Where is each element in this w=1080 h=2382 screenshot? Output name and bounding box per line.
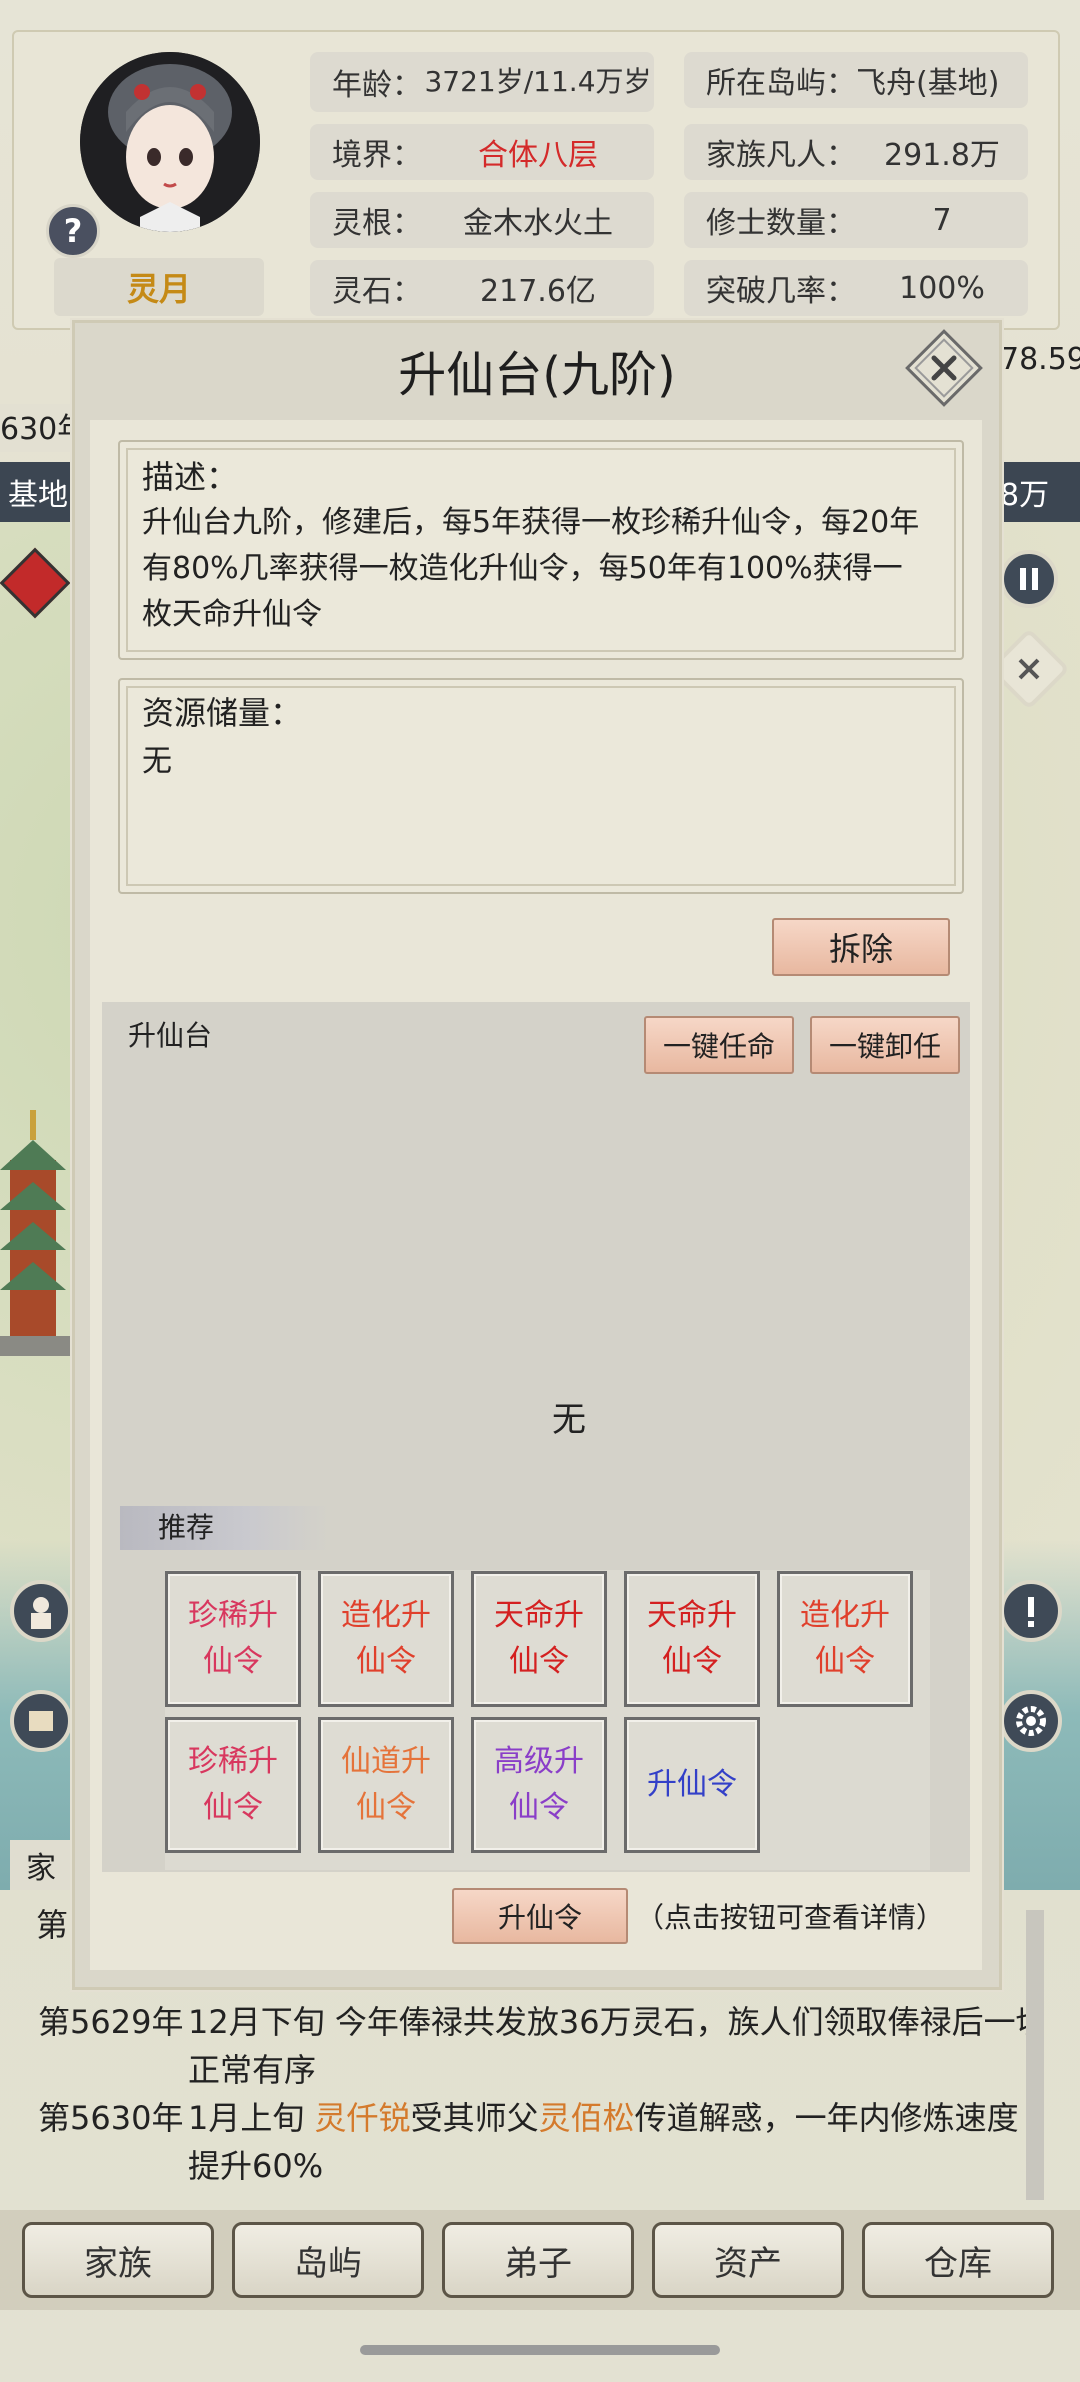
modal-close-button[interactable] bbox=[904, 328, 984, 408]
log-person-name[interactable]: 灵仟锐 bbox=[315, 2099, 411, 2137]
description-label: 描述： bbox=[142, 458, 239, 496]
stat-breakthrough-value: 100% bbox=[899, 270, 985, 306]
stat-root-label: 灵根： bbox=[332, 206, 422, 241]
disciple-icon bbox=[31, 1597, 51, 1629]
stat-age: 年龄： 3721岁/11.4万岁 bbox=[310, 52, 654, 112]
log-scrollbar[interactable] bbox=[1026, 1910, 1044, 2200]
stat-spirit-stones-value: 217.6亿 bbox=[480, 274, 596, 309]
log-year: 第5630年 bbox=[38, 2099, 184, 2137]
disciple-side-button[interactable] bbox=[10, 1580, 72, 1642]
recommend-item[interactable]: 造化升仙令 bbox=[318, 1571, 454, 1707]
stat-age-value: 3721岁/11.4万岁 bbox=[424, 65, 652, 98]
pause-button[interactable] bbox=[1000, 550, 1058, 608]
footer-hint: （点击按钮可查看详情） bbox=[636, 1901, 945, 1934]
nav-island[interactable]: 岛屿 bbox=[232, 2222, 424, 2298]
token-detail-button[interactable]: 升仙令 bbox=[452, 1888, 628, 1944]
stat-age-label: 年龄： bbox=[332, 68, 422, 103]
stat-spirit-stones-label: 灵石： bbox=[332, 274, 422, 309]
help-button[interactable]: ? bbox=[46, 204, 100, 258]
nav-assets[interactable]: 资产 bbox=[652, 2222, 844, 2298]
appoint-all-button[interactable]: 一键任命 bbox=[644, 1016, 794, 1074]
question-icon: ? bbox=[63, 212, 83, 250]
pagoda-icon bbox=[0, 1110, 72, 1356]
stat-realm-value: 合体八层 bbox=[478, 138, 598, 173]
recommend-item[interactable]: 仙道升仙令 bbox=[318, 1717, 454, 1853]
close-icon bbox=[1018, 658, 1040, 680]
log-text: 受其师父 bbox=[410, 2099, 539, 2137]
stat-mortals-label: 家族凡人： bbox=[706, 138, 856, 173]
nav-disciples[interactable]: 弟子 bbox=[442, 2222, 634, 2298]
recommend-item-label: 珍稀升仙令 bbox=[188, 1598, 278, 1679]
log-text: 1月上旬 bbox=[188, 2099, 315, 2137]
stat-island-value: 飞舟(基地) bbox=[856, 66, 1000, 101]
recommend-item[interactable]: 珍稀升仙令 bbox=[165, 1571, 301, 1707]
pause-icon bbox=[1020, 568, 1038, 590]
stat-root-value: 金木水火土 bbox=[463, 206, 613, 241]
section-title: 升仙台 bbox=[128, 1019, 213, 1052]
scroll-side-button[interactable] bbox=[10, 1690, 72, 1752]
bg-year-fragment: 630年 bbox=[0, 404, 72, 452]
storage-value: 无 bbox=[142, 744, 172, 779]
stat-breakthrough: 突破几率： 100% bbox=[684, 260, 1028, 316]
storage-label: 资源储量： bbox=[142, 694, 303, 732]
gear-icon bbox=[1016, 1706, 1046, 1736]
recommend-item[interactable]: 天命升仙令 bbox=[624, 1571, 760, 1707]
log-year: 第5629年 bbox=[38, 2003, 184, 2041]
recommend-item-label: 升仙令 bbox=[647, 1767, 737, 1802]
bg-base-fragment: 基地 bbox=[0, 462, 72, 522]
recommend-item[interactable]: 造化升仙令 bbox=[777, 1571, 913, 1707]
character-name[interactable]: 灵月 bbox=[54, 258, 264, 316]
avatar[interactable] bbox=[80, 52, 260, 232]
stat-island: 所在岛屿： 飞舟(基地) bbox=[684, 52, 1028, 108]
log-text: 12月下旬 今年俸禄共发放36万灵石，族人们领取俸禄后一切正常有序 bbox=[188, 2003, 1030, 2089]
stat-realm-label: 境界： bbox=[332, 138, 422, 173]
alert-side-button[interactable] bbox=[1000, 1580, 1062, 1642]
home-indicator[interactable] bbox=[360, 2345, 720, 2355]
recommend-item[interactable]: 珍稀升仙令 bbox=[165, 1717, 301, 1853]
bg-log-fragment: 第 bbox=[36, 1906, 69, 1944]
avatar-portrait-icon bbox=[80, 52, 260, 232]
stat-breakthrough-label: 突破几率： bbox=[706, 274, 856, 309]
recommend-item[interactable]: 高级升仙令 bbox=[471, 1717, 607, 1853]
stat-mortals: 家族凡人： 291.8万 bbox=[684, 124, 1028, 180]
stat-cultivators: 修士数量： 7 bbox=[684, 192, 1028, 248]
demolish-button[interactable]: 拆除 bbox=[772, 918, 950, 976]
recommend-item-label: 仙道升仙令 bbox=[341, 1744, 431, 1825]
stat-realm: 境界： 合体八层 bbox=[310, 124, 654, 180]
stat-cultivators-value: 7 bbox=[932, 202, 952, 238]
empty-state-text: 无 bbox=[552, 1400, 586, 1440]
nav-family[interactable]: 家族 bbox=[22, 2222, 214, 2298]
modal-title: 升仙台(九阶) bbox=[398, 347, 676, 403]
recommend-label: 推荐 bbox=[120, 1506, 330, 1550]
stat-cultivators-label: 修士数量： bbox=[706, 206, 856, 241]
recommend-item-label: 天命升仙令 bbox=[647, 1598, 737, 1679]
log-entry: 1月上旬 灵仟锐受其师父灵佰松传道解惑，一年内修炼速度提升60% bbox=[188, 2094, 1030, 2190]
bg-tab-fragment[interactable]: 家 bbox=[10, 1840, 72, 1890]
event-log: 第5629年 12月下旬 今年俸禄共发放36万灵石，族人们领取俸禄后一切正常有序… bbox=[20, 1984, 1030, 2204]
description-text: 升仙台九阶，修建后，每5年获得一枚珍稀升仙令，每20年有80%几率获得一枚造化升… bbox=[142, 505, 920, 632]
recommend-item-label: 造化升仙令 bbox=[800, 1598, 890, 1679]
stat-mortals-value: 291.8万 bbox=[884, 138, 1000, 173]
exclamation-icon bbox=[1028, 1597, 1034, 1627]
recommend-item[interactable]: 升仙令 bbox=[624, 1717, 760, 1853]
recommend-item-label: 高级升仙令 bbox=[494, 1744, 584, 1825]
recommend-item-label: 珍稀升仙令 bbox=[188, 1744, 278, 1825]
dismiss-all-button[interactable]: 一键卸任 bbox=[810, 1016, 960, 1074]
recommend-item-label: 造化升仙令 bbox=[341, 1598, 431, 1679]
stat-island-label: 所在岛屿： bbox=[706, 66, 856, 101]
recommend-item-label: 天命升仙令 bbox=[494, 1598, 584, 1679]
stat-root: 灵根： 金木水火土 bbox=[310, 192, 654, 248]
bg-wan-fragment: 8万 bbox=[1000, 462, 1080, 522]
recommend-item[interactable]: 天命升仙令 bbox=[471, 1571, 607, 1707]
nav-warehouse[interactable]: 仓库 bbox=[862, 2222, 1054, 2298]
bg-value-fragment: 78.59 bbox=[1000, 342, 1080, 377]
settings-side-button[interactable] bbox=[1000, 1690, 1062, 1752]
scroll-icon bbox=[29, 1711, 53, 1731]
stat-spirit-stones: 灵石： 217.6亿 bbox=[310, 260, 654, 316]
log-person-name[interactable]: 灵佰松 bbox=[539, 2099, 635, 2137]
